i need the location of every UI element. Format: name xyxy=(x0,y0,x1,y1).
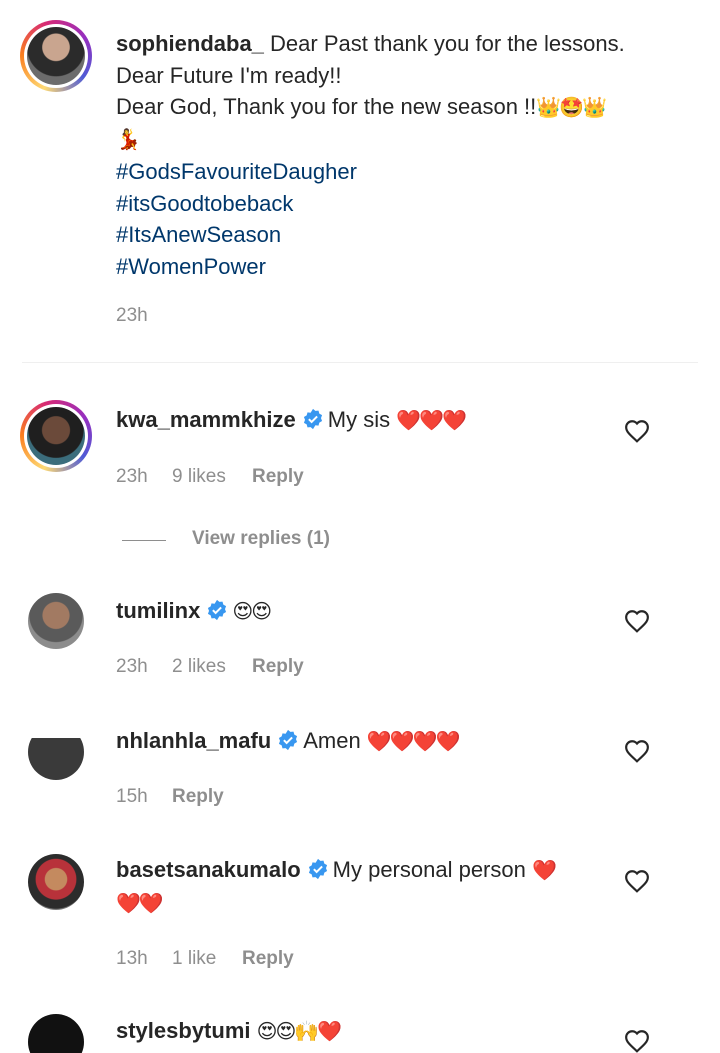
comment-username[interactable]: basetsanakumalo xyxy=(116,857,301,882)
comment-body: My sis xyxy=(327,407,391,432)
comment-avatar[interactable] xyxy=(28,593,84,649)
comment-item: basetsanakumalo My personal person ❤️ ❤️❤… xyxy=(0,852,720,982)
comment-emoji: 😍😍 xyxy=(232,601,272,623)
comment-emoji: 😍😍🙌❤️ xyxy=(256,1021,343,1043)
comment-emoji: ❤️ xyxy=(531,860,557,882)
verified-badge-icon xyxy=(208,599,227,621)
comment-avatar[interactable] xyxy=(28,1014,84,1053)
comment-timestamp: 13h xyxy=(116,948,148,969)
hashtag-4[interactable]: #WomenPower xyxy=(116,251,696,283)
reply-button[interactable]: Reply xyxy=(252,656,304,678)
like-heart-icon[interactable] xyxy=(624,419,650,443)
comment-timestamp: 23h xyxy=(116,466,148,487)
caption-line-3: Dear God, Thank you for the new season !… xyxy=(116,94,537,119)
reply-button[interactable]: Reply xyxy=(252,466,304,488)
comment-avatar[interactable] xyxy=(28,854,84,910)
caption-timestamp: 23h xyxy=(116,305,148,326)
caption-emoji-crowns: 👑🤩👑 xyxy=(536,97,607,119)
comment-text: nhlanhla_mafu Amen ❤️❤️❤️❤️ xyxy=(116,725,616,758)
comment-item: nhlanhla_mafu Amen ❤️❤️❤️❤️ 15h Reply xyxy=(0,722,720,822)
like-heart-icon[interactable] xyxy=(624,609,650,633)
like-heart-icon[interactable] xyxy=(624,1029,650,1053)
comment-text: stylesbytumi 😍😍🙌❤️ xyxy=(116,1015,616,1048)
comment-likes[interactable]: 9 likes xyxy=(172,466,226,488)
comment-text: kwa_mammkhize My sis ❤️❤️❤️ xyxy=(116,404,616,437)
comment-likes[interactable]: 1 like xyxy=(172,948,216,970)
comment-timestamp: 15h xyxy=(116,786,148,807)
comment-username[interactable]: tumilinx xyxy=(116,598,200,623)
comment-body: My personal person xyxy=(332,857,526,882)
comment-text: tumilinx 😍😍 xyxy=(116,595,616,628)
comment-emoji-2: ❤️❤️ xyxy=(116,893,164,915)
reply-button[interactable]: Reply xyxy=(172,786,224,808)
hashtag-1[interactable]: #GodsFavouriteDaugher xyxy=(116,156,696,188)
comment-timestamp: 23h xyxy=(116,656,148,677)
comment-username[interactable]: stylesbytumi xyxy=(116,1018,251,1043)
comment-username[interactable]: nhlanhla_mafu xyxy=(116,728,271,753)
view-replies-button[interactable]: View replies (1) xyxy=(192,528,330,550)
comment-emoji: ❤️❤️❤️ xyxy=(396,410,467,432)
comment-emoji: ❤️❤️❤️❤️ xyxy=(366,731,461,753)
caption-line-1: Dear Past thank you for the lessons. xyxy=(270,31,625,56)
comment-body: Amen xyxy=(303,728,361,753)
comment-item: tumilinx 😍😍 23h 2 likes Reply xyxy=(0,590,720,690)
like-heart-icon[interactable] xyxy=(624,869,650,893)
comment-avatar[interactable] xyxy=(28,724,84,780)
hashtag-3[interactable]: #ItsAnewSeason xyxy=(116,219,696,251)
caption-username[interactable]: sophiendaba_ xyxy=(116,31,264,56)
caption-emoji-dancer: 💃 xyxy=(116,128,141,151)
comment-avatar[interactable] xyxy=(20,400,92,472)
hashtag-2[interactable]: #itsGoodtobeback xyxy=(116,188,696,220)
comment-item: kwa_mammkhize My sis ❤️❤️❤️ 23h 9 likes R… xyxy=(0,395,720,505)
verified-badge-icon xyxy=(303,408,322,430)
post-caption: sophiendaba_ Dear Past thank you for the… xyxy=(0,0,720,362)
view-replies-line xyxy=(122,540,166,541)
caption-avatar[interactable] xyxy=(20,20,92,92)
reply-button[interactable]: Reply xyxy=(242,948,294,970)
caption-line-2: Dear Future I'm ready!! xyxy=(116,62,342,88)
like-heart-icon[interactable] xyxy=(624,739,650,763)
verified-badge-icon xyxy=(279,729,298,751)
divider xyxy=(22,362,698,363)
comment-username[interactable]: kwa_mammkhize xyxy=(116,407,296,432)
verified-badge-icon xyxy=(308,858,327,880)
caption-text: sophiendaba_ Dear Past thank you for the… xyxy=(116,28,696,282)
comment-text: basetsanakumalo My personal person ❤️ ❤️❤… xyxy=(116,854,616,920)
comment-likes[interactable]: 2 likes xyxy=(172,656,226,678)
comment-item: stylesbytumi 😍😍🙌❤️ xyxy=(0,1012,720,1053)
